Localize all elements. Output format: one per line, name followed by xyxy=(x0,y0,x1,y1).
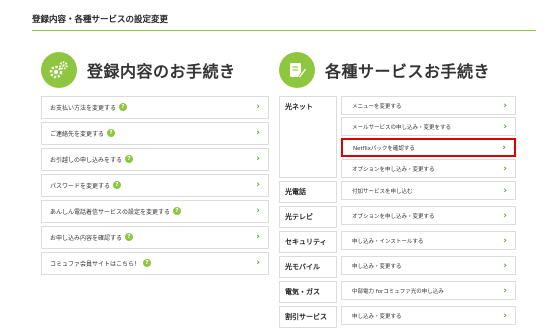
help-icon[interactable]: ? xyxy=(119,103,128,112)
registration-menu-list: お支払い方法を変更する? › ご連絡先を変更する? › お引越しの申し込みをする… xyxy=(41,96,269,278)
category-label: 割引サービス xyxy=(279,306,337,328)
category-row: 光電話 付加サービスを申し込む › xyxy=(279,181,516,203)
service-link[interactable]: オプションを申し込み・変更する › xyxy=(341,159,516,178)
chevron-right-icon: › xyxy=(256,154,260,165)
help-icon[interactable]: ? xyxy=(173,207,182,216)
right-section-title: 各種サービスお手続き xyxy=(325,62,491,81)
service-link[interactable]: 中部電力 forコミュファ光の申し込み › xyxy=(341,281,516,300)
category-row: 光テレビ オプションを申し込み・変更する › xyxy=(279,206,516,228)
service-link[interactable]: 付加サービスを申し込む › xyxy=(341,181,516,200)
help-icon[interactable]: ? xyxy=(125,233,134,242)
moving-application-link[interactable]: お引越しの申し込みをする? › xyxy=(41,148,269,171)
category-row: 割引サービス 申し込み・変更する › xyxy=(279,306,516,328)
chevron-right-icon: › xyxy=(256,102,260,113)
chevron-right-icon: › xyxy=(256,258,260,269)
netflix-pack-link[interactable]: Netflixパックを確認する › xyxy=(341,138,516,157)
chevron-right-icon: › xyxy=(503,310,507,321)
item-label: コミュファ会員サイトはこちら！ xyxy=(50,260,141,268)
payment-method-link[interactable]: お支払い方法を変更する? › xyxy=(41,96,269,119)
service-link[interactable]: オプションを申し込み・変更する › xyxy=(341,206,516,225)
help-icon[interactable]: ? xyxy=(107,129,116,138)
help-icon[interactable]: ? xyxy=(113,181,122,190)
category-row: 光モバイル 申し込み・変更する › xyxy=(279,256,516,278)
gear-icon xyxy=(41,52,77,88)
left-section-title: 登録内容のお手続き xyxy=(87,62,236,81)
chevron-right-icon: › xyxy=(256,206,260,217)
title-divider xyxy=(32,30,536,31)
category-row: 電気・ガス 中部電力 forコミュファ光の申し込み › xyxy=(279,281,516,303)
item-label: パスワードを変更する xyxy=(50,182,111,190)
chevron-right-icon: › xyxy=(503,235,507,246)
category-label: 電気・ガス xyxy=(279,281,337,303)
item-label: お引越しの申し込みをする xyxy=(50,156,123,164)
category-label: 光ネット xyxy=(279,96,337,178)
item-label: お支払い方法を変更する xyxy=(50,104,117,112)
category-label: 光モバイル xyxy=(279,256,337,278)
help-icon[interactable]: ? xyxy=(125,155,134,164)
service-link[interactable]: メニューを変更する › xyxy=(341,96,516,115)
chevron-right-icon: › xyxy=(256,128,260,139)
service-link[interactable]: 申し込み・インストールする › xyxy=(341,231,516,250)
left-section-header: 登録内容のお手続き xyxy=(41,52,236,88)
item-label: お申し込み内容を確認する xyxy=(50,234,123,242)
member-site-link[interactable]: コミュファ会員サイトはこちら！? › xyxy=(41,252,269,275)
category-label: セキュリティ xyxy=(279,231,337,253)
service-link[interactable]: メールサービスの申し込み・変更をする › xyxy=(341,117,516,136)
edit-document-icon xyxy=(279,52,315,88)
call-service-settings-link[interactable]: あんしん電話着信サービスの設定を変更する? › xyxy=(41,200,269,223)
chevron-right-icon: › xyxy=(256,180,260,191)
category-row: 光ネット メニューを変更する › メールサービスの申し込み・変更をする › Netf… xyxy=(279,96,516,178)
chevron-right-icon: › xyxy=(503,100,507,111)
application-details-link[interactable]: お申し込み内容を確認する? › xyxy=(41,226,269,249)
category-row: セキュリティ 申し込み・インストールする › xyxy=(279,231,516,253)
right-section-header: 各種サービスお手続き xyxy=(279,52,490,88)
chevron-right-icon: › xyxy=(503,260,507,271)
chevron-right-icon: › xyxy=(502,142,506,153)
chevron-right-icon: › xyxy=(503,121,507,132)
service-link[interactable]: 申し込み・変更する › xyxy=(341,256,516,275)
chevron-right-icon: › xyxy=(503,163,507,174)
service-link[interactable]: 申し込み・変更する › xyxy=(341,306,516,325)
item-label: ご連絡先を変更する xyxy=(50,130,105,138)
category-label: 光テレビ xyxy=(279,206,337,228)
item-label: あんしん電話着信サービスの設定を変更する xyxy=(50,208,171,216)
help-icon[interactable]: ? xyxy=(143,259,152,268)
chevron-right-icon: › xyxy=(256,232,260,243)
chevron-right-icon: › xyxy=(503,210,507,221)
contact-info-link[interactable]: ご連絡先を変更する? › xyxy=(41,122,269,145)
page-title: 登録内容・各種サービスの設定変更 xyxy=(32,15,169,25)
chevron-right-icon: › xyxy=(503,185,507,196)
chevron-right-icon: › xyxy=(503,285,507,296)
category-label: 光電話 xyxy=(279,181,337,203)
password-change-link[interactable]: パスワードを変更する? › xyxy=(41,174,269,197)
service-table: 光ネット メニューを変更する › メールサービスの申し込み・変更をする › Netf… xyxy=(279,96,516,331)
